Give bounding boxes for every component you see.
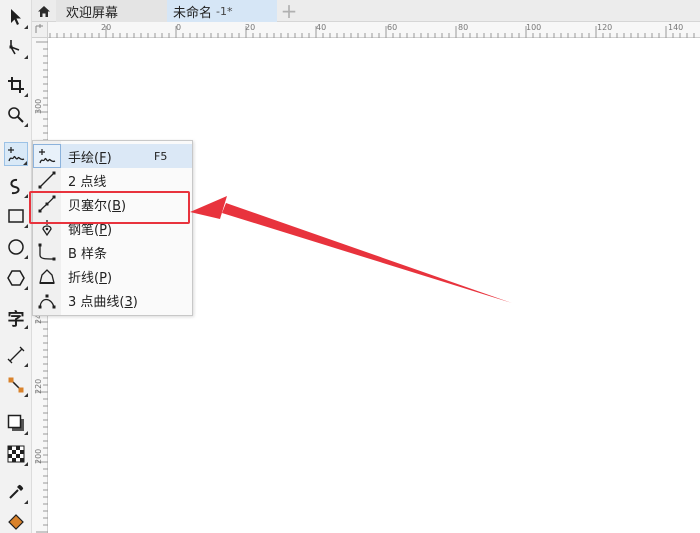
transparency-checker-icon [7,445,25,463]
crop-icon [8,77,24,93]
freehand-tool-button[interactable] [4,142,28,166]
menu-item-b-spline[interactable]: B 样条 [33,240,192,264]
flyout-corner-icon [24,25,28,29]
flyout-corner-icon [24,325,28,329]
ruler-top-label: 80 [458,23,469,32]
rectangle-icon [8,209,24,223]
flyout-corner-icon [24,93,28,97]
flyout-corner-icon [24,123,28,127]
flyout-corner-icon [24,224,28,228]
flyout-corner-icon [24,431,28,435]
shape-tool-button[interactable] [4,35,28,59]
fill-bucket-icon [8,514,24,530]
transparency-tool-button[interactable] [4,442,28,466]
rectangle-tool-button[interactable] [4,204,28,228]
menu-item-label: 折线(P) [68,270,113,286]
menu-item-label: 手绘(F) [68,150,112,166]
ruler-left-label: 300 [34,98,43,114]
document-tab-bar: 欢迎屏幕 未命名 -1* + [32,0,700,22]
flyout-corner-icon [24,255,28,259]
dimension-line-icon [7,346,25,364]
horizontal-ruler[interactable]: 20 0 20 40 60 80 100 120 140 [32,22,700,38]
app-window: 20 0 20 40 60 80 100 120 140 300 280 260… [0,0,700,533]
freehand-icon [33,144,61,168]
ruler-top-label: 120 [597,23,613,32]
ellipse-tool-button[interactable] [4,235,28,259]
connector-line-icon [8,377,24,393]
ruler-top-label: 20 [245,23,256,32]
polyline-icon [33,264,61,288]
curve-tools-flyout-menu: 手绘(F) F5 2 点线 贝塞尔(B) 钢笔(P) B 样条 折线(P) 3 … [32,140,193,316]
b-spline-icon [33,240,61,264]
ruler-top-label: 140 [668,23,684,32]
tab-doc-label: 未命名 [173,5,213,21]
artistic-media-icon [10,178,20,195]
ruler-top-label: 20 [101,23,112,32]
tab-doc-suffix: -1* [216,4,233,18]
drop-shadow-tool-button[interactable] [4,411,28,435]
ruler-top-label: 60 [387,23,398,32]
connector-tool-button[interactable] [4,373,28,397]
ruler-left-label: 200 [34,448,43,464]
ruler-top-label: 40 [316,23,327,32]
flyout-corner-icon [24,55,28,59]
menu-item-label: 3 点曲线(3) [68,294,138,310]
ellipse-icon [8,239,24,255]
two-point-line-icon [33,168,61,192]
zoom-magnifier-icon [8,107,24,123]
tab-untitled-document[interactable]: 未命名 -1* [167,0,277,22]
interactive-fill-tool-button[interactable] [4,510,28,533]
flyout-corner-icon [24,286,28,290]
highlight-box [29,191,190,224]
drop-shadow-icon [7,414,24,431]
crop-tool-button[interactable] [4,73,28,97]
text-tool-button[interactable]: 字 [4,305,28,330]
home-tab[interactable] [32,0,56,22]
pointer-arrow-icon [11,9,21,25]
zoom-tool-button[interactable] [4,103,28,127]
home-icon [38,5,50,17]
ruler-origin-icon [35,24,43,33]
ruler-origin-corner[interactable] [32,22,48,38]
menu-item-2-point-line[interactable]: 2 点线 [33,168,192,192]
polygon-icon [7,270,25,286]
eyedropper-tool-button[interactable] [4,480,28,504]
pick-tool-button[interactable] [4,5,28,29]
polygon-tool-button[interactable] [4,266,28,290]
dimension-tool-button[interactable] [4,343,28,367]
menu-item-3-point-curve[interactable]: 3 点曲线(3) [33,288,192,312]
flyout-corner-icon [24,500,28,504]
menu-item-label: B 样条 [68,246,108,262]
menu-item-polyline[interactable]: 折线(P) [33,264,192,288]
eyedropper-icon [9,484,24,499]
flyout-corner-icon [24,194,28,198]
flyout-corner-icon [24,393,28,397]
tab-welcome-label: 欢迎屏幕 [66,5,119,21]
ruler-top-label: 100 [526,23,542,32]
artistic-media-tool-button[interactable] [4,174,28,198]
flyout-corner-icon [23,161,27,165]
menu-item-freehand[interactable]: 手绘(F) F5 [33,144,192,168]
menu-item-shortcut: F5 [154,149,168,163]
shape-node-icon [9,40,20,55]
new-document-button[interactable]: + [278,1,300,21]
flyout-corner-icon [24,363,28,367]
flyout-corner-icon [24,462,28,466]
ruler-top-label: 0 [176,23,182,32]
ruler-left-label: 220 [34,378,43,394]
text-tool-icon: 字 [7,309,25,330]
three-point-curve-icon [33,288,61,312]
menu-item-label: 2 点线 [68,174,107,190]
toolbox: 字 [0,0,32,533]
